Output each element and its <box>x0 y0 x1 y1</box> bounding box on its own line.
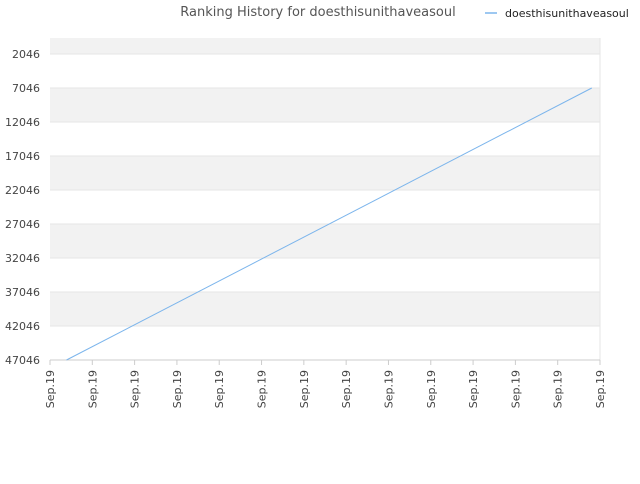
plot-bands <box>50 38 600 360</box>
plot-band <box>50 156 600 190</box>
y-tick-label: 22046 <box>5 184 40 197</box>
y-tick-label: 27046 <box>5 218 40 231</box>
y-tick-label: 12046 <box>5 116 40 129</box>
plot-band <box>50 38 600 54</box>
y-tick-label: 32046 <box>5 252 40 265</box>
plot-band <box>50 258 600 292</box>
y-tick-label: 42046 <box>5 320 40 333</box>
x-tick-label: Sep.19 <box>340 370 353 408</box>
x-tick-label: Sep.19 <box>467 370 480 408</box>
legend-series-label[interactable]: doesthisunithaveasoul <box>505 7 629 20</box>
plot-band <box>50 224 600 258</box>
ranking-history-chart: 2046 7046 12046 17046 22046 27046 32046 37046 42… <box>0 0 640 480</box>
y-tick-label: 17046 <box>5 150 40 163</box>
x-tick-label: Sep.19 <box>256 370 269 408</box>
x-tick-label: Sep.19 <box>594 370 607 408</box>
plot-band <box>50 292 600 326</box>
x-axis: Sep.19 Sep.19 Sep.19 Sep.19 Sep.19 Sep.19 Sep.… <box>44 359 607 408</box>
x-tick-label: Sep.19 <box>171 370 184 408</box>
plot-band <box>50 88 600 122</box>
plot-band <box>50 326 600 360</box>
chart-canvas: 2046 7046 12046 17046 22046 27046 32046 37046 42… <box>5 5 629 408</box>
x-tick-label: Sep.19 <box>129 370 142 408</box>
x-tick-label: Sep.19 <box>509 370 522 408</box>
y-tick-label: 37046 <box>5 286 40 299</box>
y-tick-label: 47046 <box>5 354 40 367</box>
x-tick-label: Sep.19 <box>213 370 226 408</box>
x-tick-label: Sep.19 <box>298 370 311 408</box>
plot-band <box>50 122 600 156</box>
chart-title: Ranking History for doesthisunithaveasou… <box>180 5 455 20</box>
legend[interactable]: doesthisunithaveasoul <box>485 7 629 20</box>
y-tick-label: 2046 <box>12 48 40 61</box>
x-tick-label: Sep.19 <box>425 370 438 408</box>
plot-band <box>50 54 600 88</box>
x-tick-label: Sep.19 <box>86 370 99 408</box>
y-axis: 2046 7046 12046 17046 22046 27046 32046 37046 42… <box>5 48 40 367</box>
x-tick-label: Sep.19 <box>382 370 395 408</box>
plot-band <box>50 190 600 224</box>
y-tick-label: 7046 <box>12 82 40 95</box>
x-tick-label: Sep.19 <box>552 370 565 408</box>
x-tick-label: Sep.19 <box>44 370 57 408</box>
